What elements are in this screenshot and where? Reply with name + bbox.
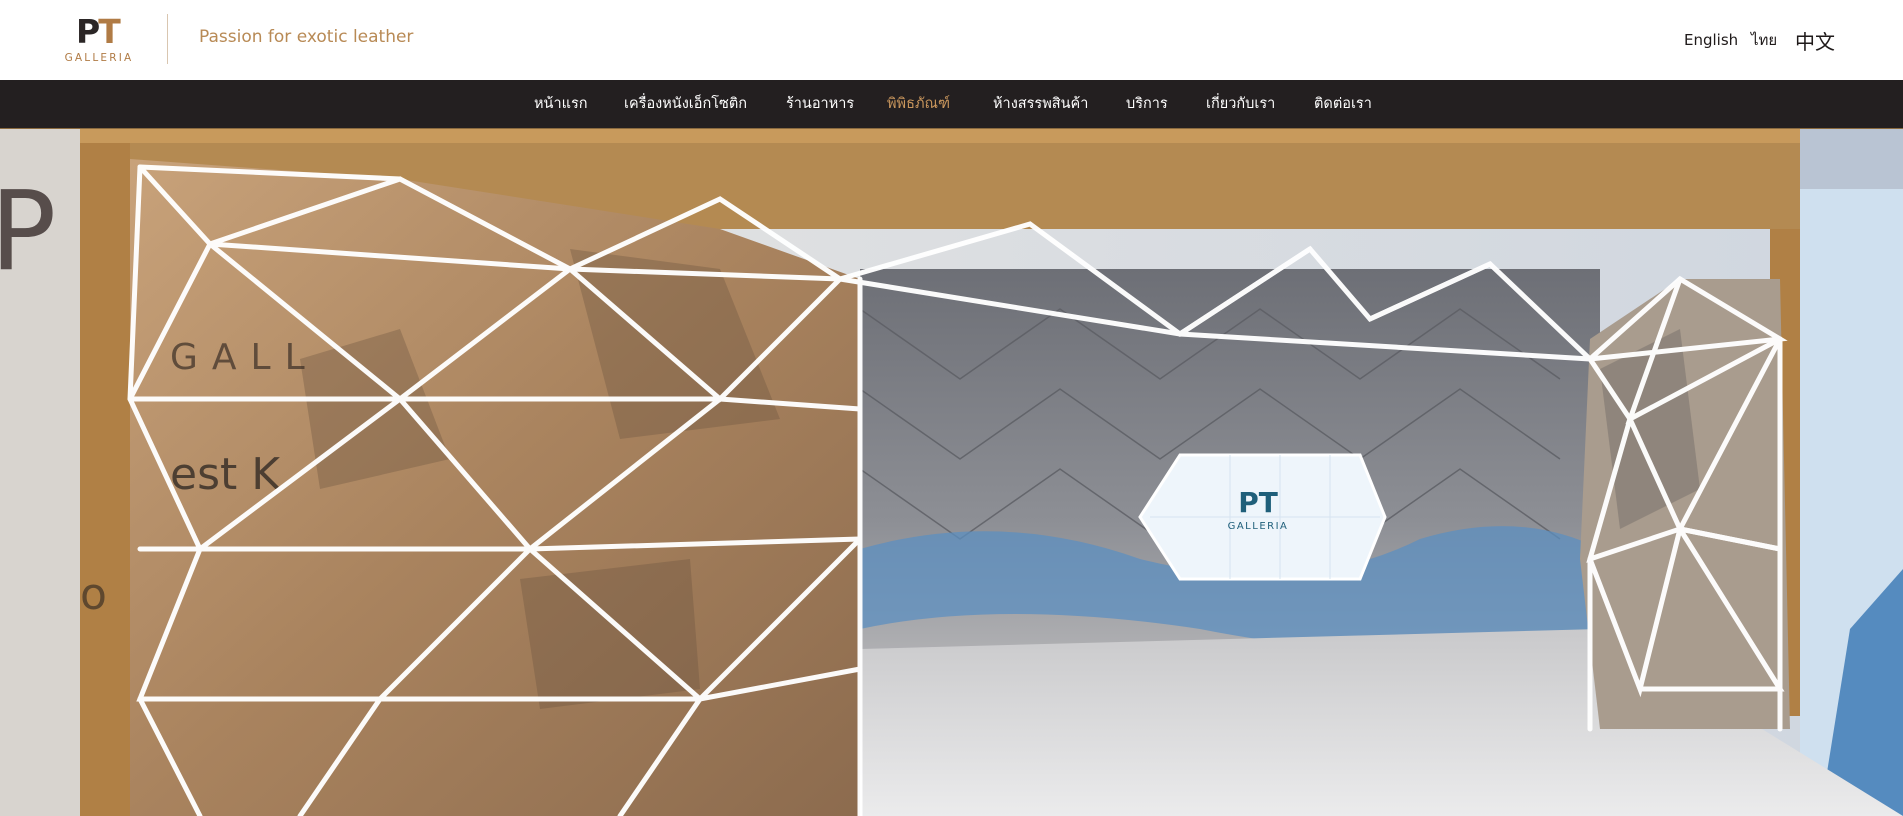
- nav-item-services[interactable]: บริการ: [1126, 80, 1168, 128]
- logo-letter-t: T: [98, 12, 120, 51]
- logo-subtitle: GALLERIA: [64, 52, 134, 64]
- header-divider: [167, 14, 168, 64]
- wall-text-est: est K: [170, 449, 281, 500]
- screen-logo-sub: GALLERIA: [1228, 521, 1289, 532]
- nav-item-department-store[interactable]: ห้างสรรพสินค้า: [993, 80, 1088, 128]
- language-chinese[interactable]: 中文: [1795, 0, 1835, 80]
- nav-item-restaurant[interactable]: ร้านอาหาร: [786, 80, 854, 128]
- nav-item-exotic-leather[interactable]: เครื่องหนังเอ็กโซติก: [624, 80, 747, 128]
- wall-text-gall: GALL: [170, 337, 319, 378]
- nav-item-museum[interactable]: พิพิธภัณฑ์: [887, 80, 950, 128]
- nav-item-contact[interactable]: ติดต่อเรา: [1314, 80, 1372, 128]
- banner-letter: P: [0, 167, 56, 295]
- screen-logo: PT: [1238, 486, 1278, 519]
- hero-image: P PT GALLERIA GALL est K o: [0, 129, 1903, 816]
- pt-galleria-logo[interactable]: PT GALLERIA: [58, 14, 140, 66]
- site-header: PT GALLERIA Passion for exotic leather E…: [0, 0, 1903, 80]
- language-thai[interactable]: ไทย: [1751, 0, 1777, 80]
- language-english[interactable]: English: [1684, 0, 1738, 80]
- main-navigation: หน้าแรก เครื่องหนังเอ็กโซติก ร้านอาหาร พ…: [0, 80, 1903, 129]
- gold-frame-left: [80, 129, 130, 816]
- logo-letter-p: P: [76, 12, 100, 51]
- tagline: Passion for exotic leather: [199, 27, 414, 47]
- logo-mark: PT: [76, 12, 121, 51]
- nav-item-home[interactable]: หน้าแรก: [534, 80, 588, 128]
- storefront-illustration: P PT GALLERIA GALL est K o: [0, 129, 1903, 816]
- nav-item-about-us[interactable]: เกี่ยวกับเรา: [1206, 80, 1275, 128]
- wall-text-o: o: [80, 569, 107, 620]
